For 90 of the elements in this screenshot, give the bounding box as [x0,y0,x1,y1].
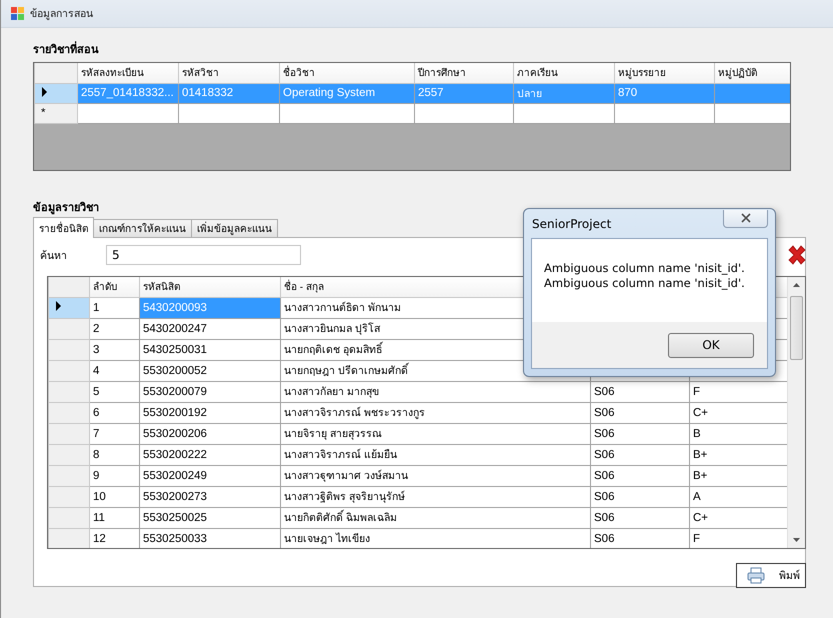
table-cell: 5430200247 [140,318,280,339]
table-cell: Operating System [280,83,414,103]
table-cell: 2557 [414,83,514,103]
delete-icon[interactable] [786,245,806,265]
table-cell: 12 [90,528,140,548]
table-cell: ปลาย [514,83,614,103]
table-cell: S06 [590,528,690,548]
table-cell: 5530200052 [140,360,280,381]
column-header[interactable]: หมู่ปฏิบัติ [714,63,790,83]
table-cell: S06 [590,381,690,402]
table-cell: 5530200249 [140,465,280,486]
row-header[interactable] [48,297,90,318]
app-icon [11,7,24,20]
table-cell: 5530200273 [140,486,280,507]
tab[interactable]: เกณฑ์การให้คะแนน [93,219,192,237]
table-cell: 5530200079 [140,381,280,402]
table-cell: S06 [590,507,690,528]
printer-icon [747,567,765,584]
column-header[interactable]: ลำดับ [90,277,140,297]
column-header[interactable]: รหัสวิชา [178,63,280,83]
table-cell: นางสาวฐุฑามาศ วงษ์สมาน [280,465,590,486]
table-cell: 5430250031 [140,339,280,360]
ok-button[interactable]: OK [668,332,754,358]
row-pointer-icon [55,301,62,311]
column-header[interactable]: ชื่อวิชา [280,63,414,83]
table-cell: 2 [90,318,140,339]
table-cell: นายเจษฎา ไทเขียง [280,528,590,548]
table-cell: 5530200192 [140,402,280,423]
tab[interactable]: รายชื่อนิสิต [33,217,94,238]
table-cell: 5430200093 [140,297,280,318]
table-cell: 3 [90,339,140,360]
new-row-marker: * [41,107,46,119]
table-cell: F [690,528,790,548]
dialog-title: SeniorProject [531,216,612,230]
table-cell: S06 [590,423,690,444]
scrollbar-thumb[interactable] [790,296,803,360]
scroll-up-icon [793,283,800,287]
table-cell: S06 [590,465,690,486]
table-cell: นางสาวจิราภรณ์ แย้มยืน [280,444,590,465]
column-header[interactable]: รหัสลงทะเบียน [78,63,178,83]
table-cell: B+ [690,465,790,486]
table-cell: 5530250025 [140,507,280,528]
table-cell: 8 [90,444,140,465]
table-cell: 7 [90,423,140,444]
table-cell: B+ [690,444,790,465]
table-cell: 1 [90,297,140,318]
table-cell: 870 [614,83,714,103]
table-cell: นายกิตติศักดิ์ ฉิมพลเฉลิม [280,507,590,528]
search-label: ค้นหา [40,248,68,264]
table-cell: C+ [690,507,790,528]
column-header[interactable]: ปีการศึกษา [414,63,514,83]
column-header[interactable]: รหัสนิสิต [140,277,280,297]
table-cell: 5 [90,381,140,402]
table-cell: F [690,381,790,402]
window-title: ข้อมูลการสอน [30,7,93,22]
table-cell: S06 [590,402,690,423]
scrollbar[interactable] [787,277,805,548]
row-pointer-icon [41,86,48,96]
row-header[interactable] [34,83,78,103]
table-cell: 6 [90,402,140,423]
table-cell: 2557_01418332... [78,83,178,103]
table-cell: 5530200206 [140,423,280,444]
column-header[interactable]: ภาคเรียน [514,63,614,83]
close-button[interactable] [723,210,768,228]
table-cell: S06 [590,486,690,507]
table-cell: 01418332 [178,83,280,103]
table-cell: 11 [90,507,140,528]
table-cell: นางสาวจิราภรณ์ พชระวรางกูร [280,402,590,423]
search-field[interactable]: 5 [106,245,301,265]
section-label: รายวิชาที่สอน [33,40,100,56]
tab[interactable]: เพิ่มข้อมูลคะแนน [191,219,278,237]
table-cell: B [690,423,790,444]
table-cell: 5530250033 [140,528,280,548]
table-cell: 10 [90,486,140,507]
section-label: ข้อมูลรายวิชา [33,200,100,214]
scroll-down-icon [793,538,800,542]
table-cell: 5530200222 [140,444,280,465]
table-cell: C+ [690,402,790,423]
print-button[interactable]: พิมพ์ [736,563,806,588]
table-cell: A [690,486,790,507]
table-cell: นายจิรายุ สายสุวรรณ [280,423,590,444]
row-header[interactable]: * [34,103,78,123]
table-cell: 9 [90,465,140,486]
table-cell: S06 [590,444,690,465]
column-header[interactable]: หมู่บรรยาย [614,63,714,83]
error-message: Ambiguous column name 'nisit_id'. Ambiguous column name 'nisit_id'. [532,239,767,322]
table-cell: นางสาวฐิติพร สุจริยานุรักษ์ [280,486,590,507]
table-cell: 4 [90,360,140,381]
close-icon [740,213,750,223]
table-cell: นางสาวกัลยา มากสุข [280,381,590,402]
